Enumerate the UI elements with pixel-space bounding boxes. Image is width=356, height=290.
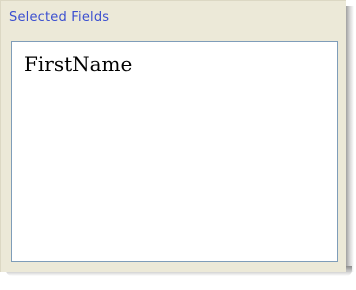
selected-fields-panel: Selected Fields FirstName bbox=[0, 0, 346, 272]
panel-title: Selected Fields bbox=[9, 10, 110, 25]
list-item[interactable]: FirstName bbox=[12, 42, 337, 76]
selected-fields-listbox[interactable]: FirstName bbox=[11, 41, 338, 262]
panel-shadow-right bbox=[346, 6, 354, 272]
